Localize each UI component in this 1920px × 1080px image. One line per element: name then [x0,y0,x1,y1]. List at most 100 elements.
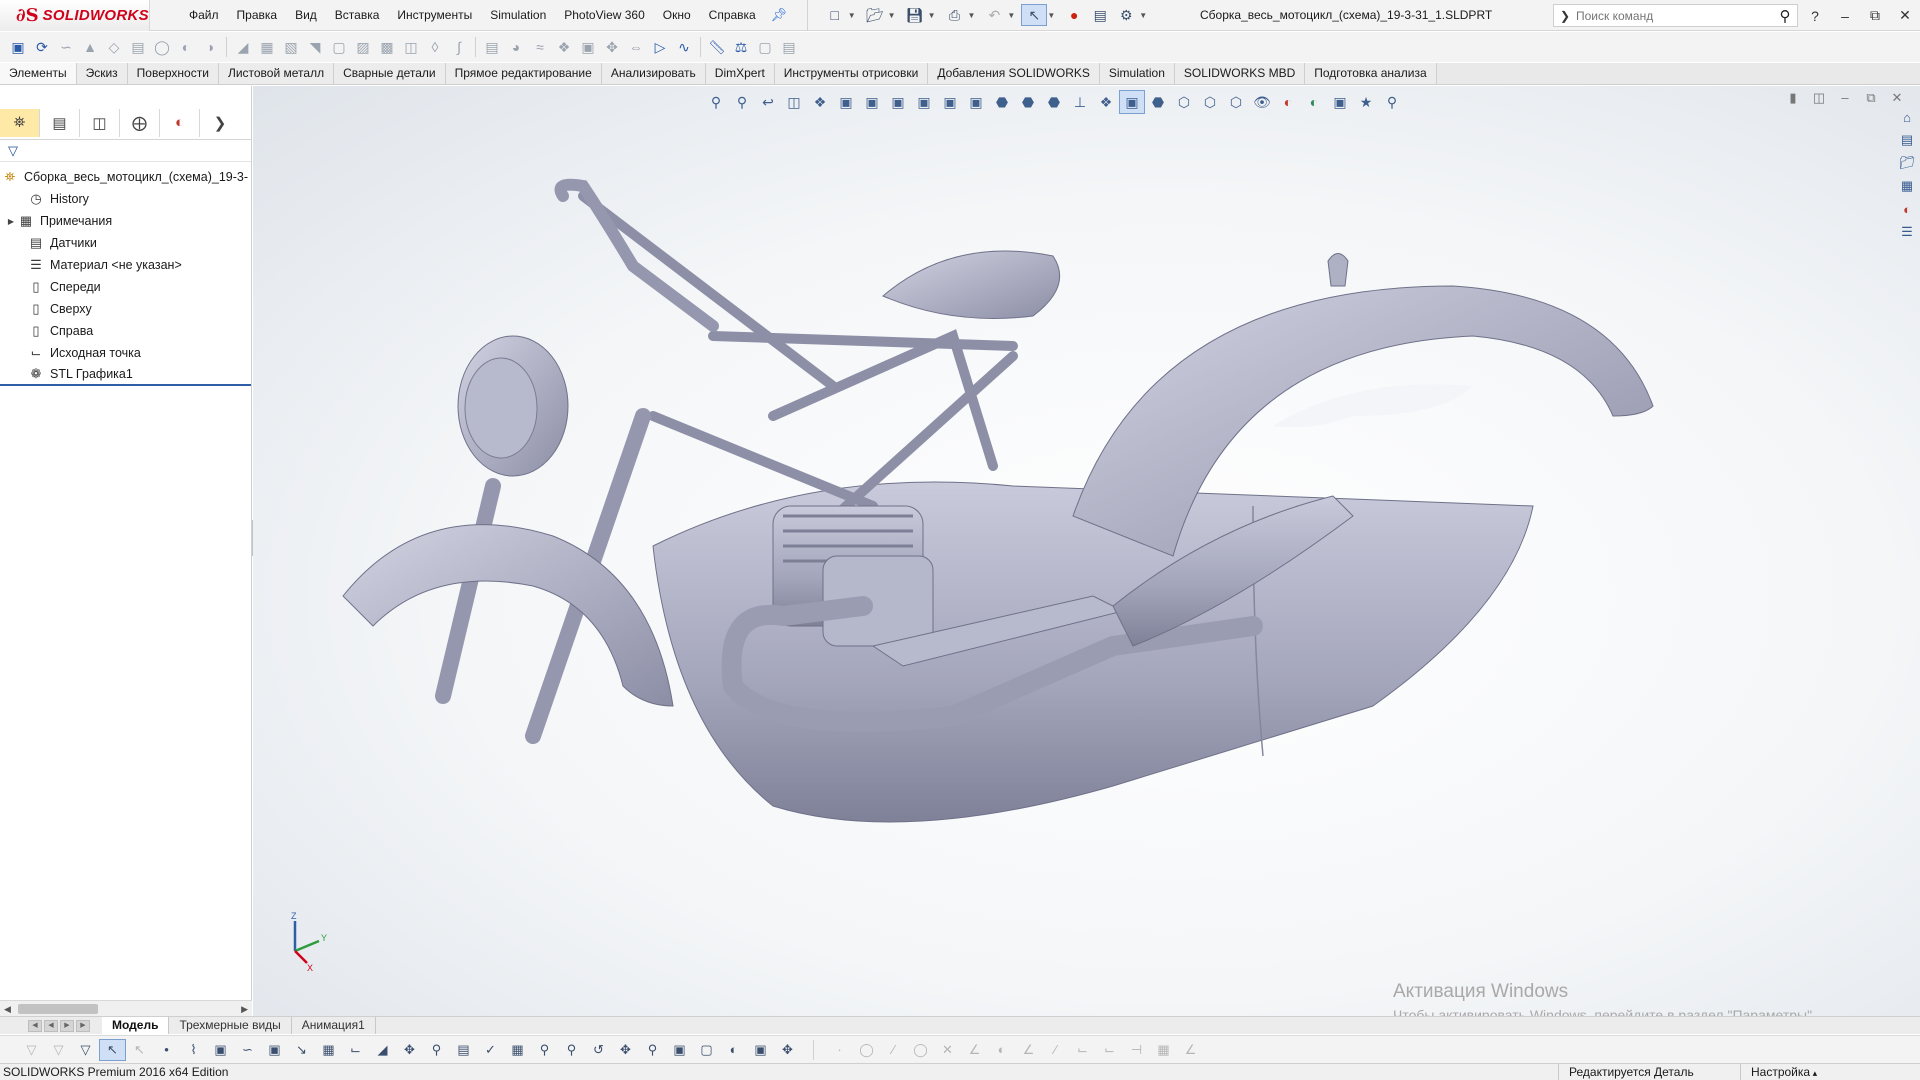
motorcycle-model[interactable] [253,86,1920,1016]
mass-properties-icon[interactable]: ⚖ [729,36,753,58]
section-view-icon[interactable]: ◫ [781,90,807,114]
fillet-sketch-icon[interactable]: ◢ [369,1039,396,1061]
hidden-lines-visible-icon[interactable]: ⬡ [1197,90,1223,114]
display-style-icon[interactable]: ▣ [1119,90,1145,114]
menu-photoview[interactable]: PhotoView 360 [555,0,654,31]
prev-tab-icon[interactable]: ◀ [44,1019,58,1032]
first-tab-icon[interactable]: ◀ [28,1019,42,1032]
view-back-icon[interactable]: ▣ [859,90,885,114]
curve-through-points-icon[interactable]: ∿ [672,36,696,58]
tab-render-tools[interactable]: Инструменты отрисовки [774,63,929,84]
menu-help[interactable]: Справка [700,0,765,31]
indent-icon[interactable]: ▣ [576,36,600,58]
trim-entities-icon[interactable]: ✕ [934,1039,961,1061]
lofted-boss-icon[interactable]: ▲ [78,36,102,58]
view-dimetric-icon[interactable]: ⬣ [1041,90,1067,114]
lights-icon[interactable]: ⚲ [639,1039,666,1061]
coordinate-system-icon[interactable]: ⌙ [342,1039,369,1061]
file-explorer-icon[interactable]: 📁︎ [1896,152,1918,174]
custom-properties-icon[interactable]: ☰ [1896,221,1918,243]
menu-file[interactable]: Файл [180,0,228,31]
help-icon[interactable]: ? [1800,8,1830,24]
corner-icon[interactable]: ⌙ [1069,1039,1096,1061]
tab-3d-views[interactable]: Трехмерные виды [169,1017,292,1034]
tree-item-history[interactable]: ◷ History [0,188,251,210]
line-icon[interactable]: ∕ [880,1039,907,1061]
expand-arrow-icon[interactable]: ▶ [6,217,16,226]
save-icon[interactable]: 💾︎ [902,4,928,26]
configuration-manager-tab-icon[interactable]: ◫ [80,108,120,137]
property-manager-tab-icon[interactable]: ▤ [40,108,80,137]
pin-menu-icon[interactable]: 📌︎ [765,7,793,23]
circle-icon[interactable]: ◯ [853,1039,880,1061]
file-properties-icon[interactable]: ▤ [1087,4,1113,26]
move-entity-icon[interactable]: ✥ [774,1039,801,1061]
trim-icon[interactable]: ✥ [396,1039,423,1061]
solidworks-resources-icon[interactable]: ⌂ [1896,106,1918,128]
menu-view[interactable]: Вид [286,0,326,31]
tree-item-stl-graphics[interactable]: ❁ STL Графика1 [0,364,251,386]
horizontal-scrollbar[interactable]: ◀ ▶ [0,1000,252,1016]
tree-item-origin[interactable]: ⌙ Исходная точка [0,342,251,364]
status-settings[interactable]: Настройка [1740,1064,1817,1080]
relation-icon[interactable]: ∠ [1177,1039,1204,1061]
edit-appearance-icon[interactable]: ◐ [1275,90,1301,114]
mirror-icon[interactable]: ◫ [399,36,423,58]
print-icon[interactable]: ⎙ [942,4,968,26]
smart-dimension-icon[interactable]: ↘ [288,1039,315,1061]
chevron-down-icon[interactable]: ▼ [928,11,936,20]
tree-item-sensors[interactable]: ▤ Датчики [0,232,251,254]
hole-wizard-icon[interactable]: ◯ [150,36,174,58]
grid-small-icon[interactable]: ▦ [504,1039,531,1061]
angle-icon[interactable]: ∠ [961,1039,988,1061]
reference-geometry-icon[interactable]: ◊ [423,36,447,58]
view-trimetric-icon[interactable]: ⬣ [1015,90,1041,114]
view-settings-icon[interactable]: ▣ [1327,90,1353,114]
measure-icon[interactable]: 📏︎ [705,36,729,58]
scroll-left-icon[interactable]: ◀ [4,1001,11,1017]
minimize-icon[interactable]: – [1830,8,1860,24]
chevron-down-icon[interactable]: ▼ [1047,11,1055,20]
tab-direct-editing[interactable]: Прямое редактирование [445,63,602,84]
chevron-down-icon[interactable]: ▼ [1139,11,1147,20]
wireframe-icon[interactable]: ⬡ [1223,90,1249,114]
zoom-to-fit-icon[interactable]: ⚲ [703,90,729,114]
shaded-icon[interactable]: ⬣ [1145,90,1171,114]
magnified-selection-icon[interactable]: ↖ [126,1039,153,1061]
tile-view-icon[interactable]: ▮ [1780,90,1806,106]
measure-small-icon[interactable]: ⚲ [423,1039,450,1061]
view-bottom-icon[interactable]: ▣ [963,90,989,114]
linear-pattern-icon[interactable]: ▦ [255,36,279,58]
tree-item-annotations[interactable]: ▶ ▦ Примечания [0,210,251,232]
menu-simulation[interactable]: Simulation [481,0,555,31]
wrap-icon[interactable]: ▨ [351,36,375,58]
normal-to-icon[interactable]: ⊥ [1067,90,1093,114]
split-view-icon[interactable]: ◫ [1806,90,1832,106]
ellipse-icon[interactable]: ◯ [907,1039,934,1061]
apply-scene-icon[interactable]: ◐ [1301,90,1327,114]
select-arrow-icon[interactable]: ↖ [1021,4,1048,26]
move-copy-icon[interactable]: ✥ [600,36,624,58]
tab-model[interactable]: Модель [102,1017,170,1034]
tab-analysis-prep[interactable]: Подготовка анализа [1305,63,1437,84]
reference-axis-icon[interactable]: ▦ [315,1039,342,1061]
view-right-icon[interactable]: ▣ [911,90,937,114]
last-tab-icon[interactable]: ▶ [76,1019,90,1032]
feature-manager-tab-icon[interactable]: ⛯ [0,108,40,137]
picture-icon[interactable]: ▢ [693,1039,720,1061]
extruded-boss-icon[interactable]: ▣ [6,36,30,58]
view-left-icon[interactable]: ▣ [885,90,911,114]
close-icon[interactable]: ✕ [1890,7,1920,24]
graphics-area[interactable]: ⚲ ⚲ ↩ ◫ ❖ ▣ ▣ ▣ ▣ ▣ ▣ ⬣ ⬣ ⬣ ⊥ ❖ ▣ ⬣ ⬡ ⬡ … [253,86,1920,1016]
tree-item-material[interactable]: ☰ Материал <не указан> [0,254,251,276]
zoom-to-area-icon[interactable]: ⚲ [729,90,755,114]
display-icon[interactable]: ▣ [747,1039,774,1061]
tab-animation[interactable]: Анимация1 [292,1017,376,1034]
dynamic-annotation-icon[interactable]: ❖ [807,90,833,114]
annotation-small-icon[interactable]: ⚲ [558,1039,585,1061]
rotate-small-icon[interactable]: ↺ [585,1039,612,1061]
dimension-icon[interactable]: ⊣ [1123,1039,1150,1061]
boundary-boss-icon[interactable]: ◇ [102,36,126,58]
viewport-close-icon[interactable]: ✕ [1884,90,1910,106]
rebuild-icon[interactable]: ● [1061,4,1087,26]
